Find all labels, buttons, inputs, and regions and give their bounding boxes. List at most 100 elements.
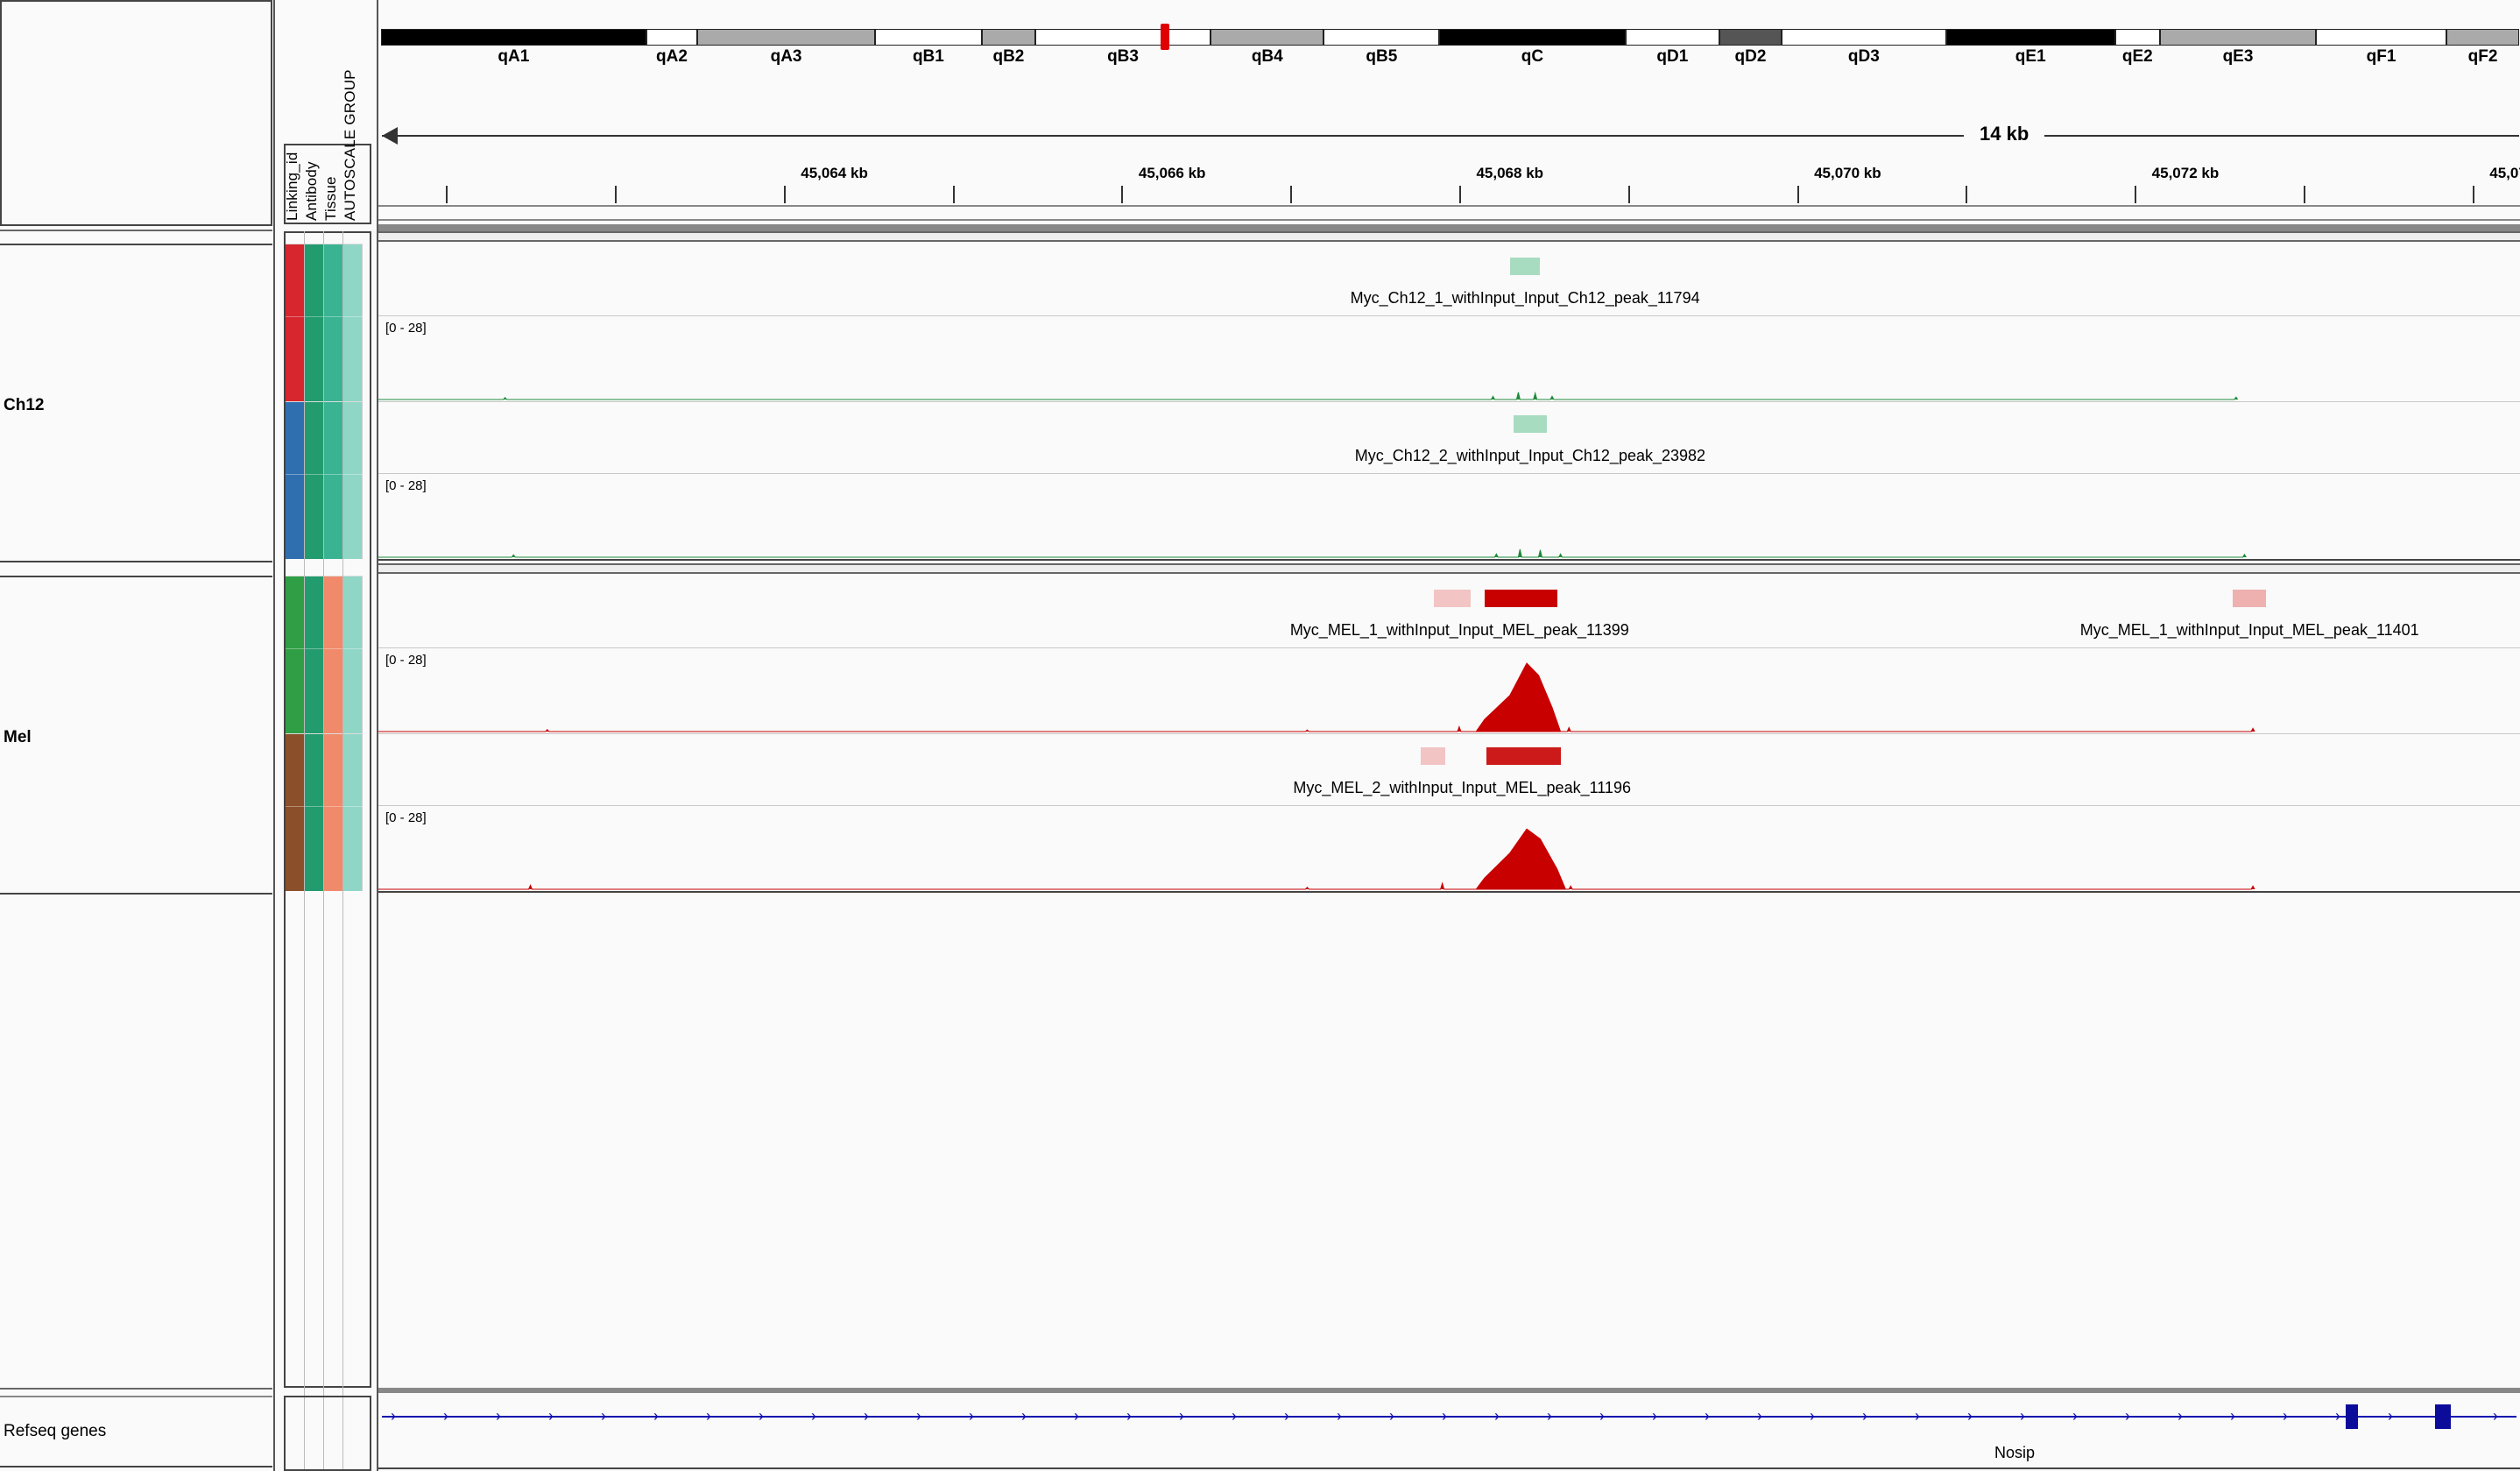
cytoband-qA2[interactable] (646, 29, 698, 46)
attribute-cell-divider (343, 474, 363, 475)
signal-track[interactable]: [0 - 28] (378, 315, 2520, 401)
attribute-cell[interactable] (343, 576, 363, 733)
attribute-cell-divider (324, 474, 343, 475)
peak-feature-track[interactable]: Myc_Ch12_2_withInput_Input_Ch12_peak_239… (378, 401, 2520, 473)
peak-feature[interactable] (1434, 590, 1472, 607)
strand-arrow-icon: › (1967, 1407, 1973, 1425)
group-box-ch12[interactable]: Ch12 (0, 244, 272, 562)
strand-arrow-icon: › (601, 1407, 606, 1425)
attribute-cell[interactable] (286, 576, 305, 733)
attribute-cell[interactable] (305, 401, 324, 559)
attribute-cell-divider (286, 806, 305, 807)
cytoband-qE1[interactable] (1945, 29, 2115, 46)
cytoband-qC[interactable] (1439, 29, 1626, 46)
attribute-cell[interactable] (324, 244, 343, 401)
cytoband-qB1[interactable] (874, 29, 982, 46)
header-name-box (0, 0, 272, 226)
span-arrow-left-icon (382, 127, 398, 145)
attribute-cell[interactable] (324, 401, 343, 559)
cytoband-qD3[interactable] (1781, 29, 1946, 46)
attribute-cell[interactable] (343, 733, 363, 891)
signal-track[interactable]: [0 - 28] (378, 805, 2520, 891)
current-region-marker[interactable] (1161, 24, 1169, 50)
strand-arrow-icon: › (759, 1407, 764, 1425)
gene-body-line[interactable] (382, 1416, 2516, 1418)
ruler-tick-mark (783, 186, 786, 203)
strand-arrow-icon: › (916, 1407, 921, 1425)
strand-arrow-icon: › (2493, 1407, 2498, 1425)
cytoband-qF2[interactable] (2446, 29, 2519, 46)
peak-feature-track[interactable]: Myc_MEL_1_withInput_Input_MEL_peak_11399… (378, 576, 2520, 647)
ruler-tick-mark (614, 186, 617, 203)
ruler-bottom-bar (378, 205, 2520, 221)
attribute-cell-divider (286, 316, 305, 317)
gene-name-label: Nosip (1994, 1444, 2036, 1461)
attribute-cell[interactable] (343, 244, 363, 401)
strand-arrow-icon: › (1337, 1407, 1342, 1425)
span-label: 14 kb (1964, 123, 2045, 145)
attribute-cell[interactable] (305, 576, 324, 733)
peak-feature[interactable] (1486, 747, 1561, 765)
cytoband-qB2[interactable] (981, 29, 1035, 46)
strand-arrow-icon: › (969, 1407, 974, 1425)
attribute-cell[interactable] (286, 733, 305, 891)
strand-arrow-icon: › (2072, 1407, 2078, 1425)
attribute-panel: Linking_id Antibody Tissue AUTOSCALE GROUP (275, 0, 375, 1471)
strand-arrow-icon: › (864, 1407, 869, 1425)
cytoband-qE2[interactable] (2114, 29, 2160, 46)
header-divider-bar (378, 224, 2520, 231)
signal-track[interactable]: [0 - 28] (378, 647, 2520, 733)
cytoband-qD1[interactable] (1625, 29, 1720, 46)
strand-arrow-icon: › (1547, 1407, 1552, 1425)
signal-track[interactable]: [0 - 28] (378, 473, 2520, 559)
attribute-cell[interactable] (305, 244, 324, 401)
peak-feature-track[interactable]: Myc_Ch12_1_withInput_Input_Ch12_peak_117… (378, 244, 2520, 315)
peak-feature[interactable] (1513, 415, 1548, 433)
cytoband-qB3[interactable] (1034, 29, 1211, 46)
strand-arrow-icon: › (1599, 1407, 1605, 1425)
attribute-cell-divider (305, 806, 324, 807)
cytoband-qB5[interactable] (1324, 29, 1440, 46)
peak-feature-track[interactable]: Myc_MEL_2_withInput_Input_MEL_peak_11196 (378, 733, 2520, 805)
ruler-tick-label: 45,070 kb (1814, 165, 1881, 181)
refseq-name-box[interactable]: Refseq genes (0, 1396, 272, 1467)
ruler-tick-mark (1290, 186, 1293, 203)
attribute-cell[interactable] (286, 401, 305, 559)
attribute-cell[interactable] (324, 576, 343, 733)
data-panel[interactable]: qA1 qA2 qA3 qB1 qB2 qB3 qB4 qB5 qC qD1 qD2 qD3 qE1 qE… (377, 0, 2520, 1471)
peak-feature[interactable] (2232, 590, 2267, 607)
cytoband-qB4[interactable] (1211, 29, 1324, 46)
cytoband-label: qB3 (1107, 47, 1139, 66)
ruler-tick-mark (2303, 186, 2305, 203)
cytoband-qE3[interactable] (2159, 29, 2317, 46)
strand-arrow-icon: › (811, 1407, 816, 1425)
peak-feature[interactable] (1484, 590, 1557, 607)
peak-feature[interactable] (1509, 258, 1541, 275)
cytoband-qD2[interactable] (1719, 29, 1782, 46)
attribute-cell[interactable] (305, 733, 324, 891)
attribute-cell[interactable] (343, 401, 363, 559)
attribute-cell-divider (324, 806, 343, 807)
attribute-header-label: Tissue (322, 176, 339, 221)
cytoband-qA1[interactable] (381, 29, 646, 46)
strand-arrow-icon: › (2230, 1407, 2235, 1425)
cytoband-label: qD1 (1656, 47, 1689, 66)
peak-feature[interactable] (1420, 747, 1446, 765)
attribute-cell[interactable] (324, 733, 343, 891)
strand-arrow-icon: › (706, 1407, 711, 1425)
gene-exon[interactable] (2435, 1404, 2451, 1429)
attribute-cell[interactable] (286, 244, 305, 401)
gene-exon[interactable] (2346, 1404, 2358, 1429)
strand-arrow-icon: › (2283, 1407, 2288, 1425)
peak-label: Myc_MEL_2_withInput_Input_MEL_peak_11196 (1293, 779, 1631, 796)
group-box-mel[interactable]: Mel (0, 576, 272, 895)
cytoband-label: qE2 (2121, 47, 2153, 66)
cytoband-qF1[interactable] (2316, 29, 2446, 46)
cytoband-qA3[interactable] (697, 29, 875, 46)
strand-arrow-icon: › (1652, 1407, 1657, 1425)
attribute-header-label: Antibody (303, 161, 320, 221)
refseq-bottom-line (378, 1467, 2520, 1469)
ruler-tick-mark (952, 186, 955, 203)
strand-arrow-icon: › (1442, 1407, 1447, 1425)
attribute-cell-divider (286, 474, 305, 475)
